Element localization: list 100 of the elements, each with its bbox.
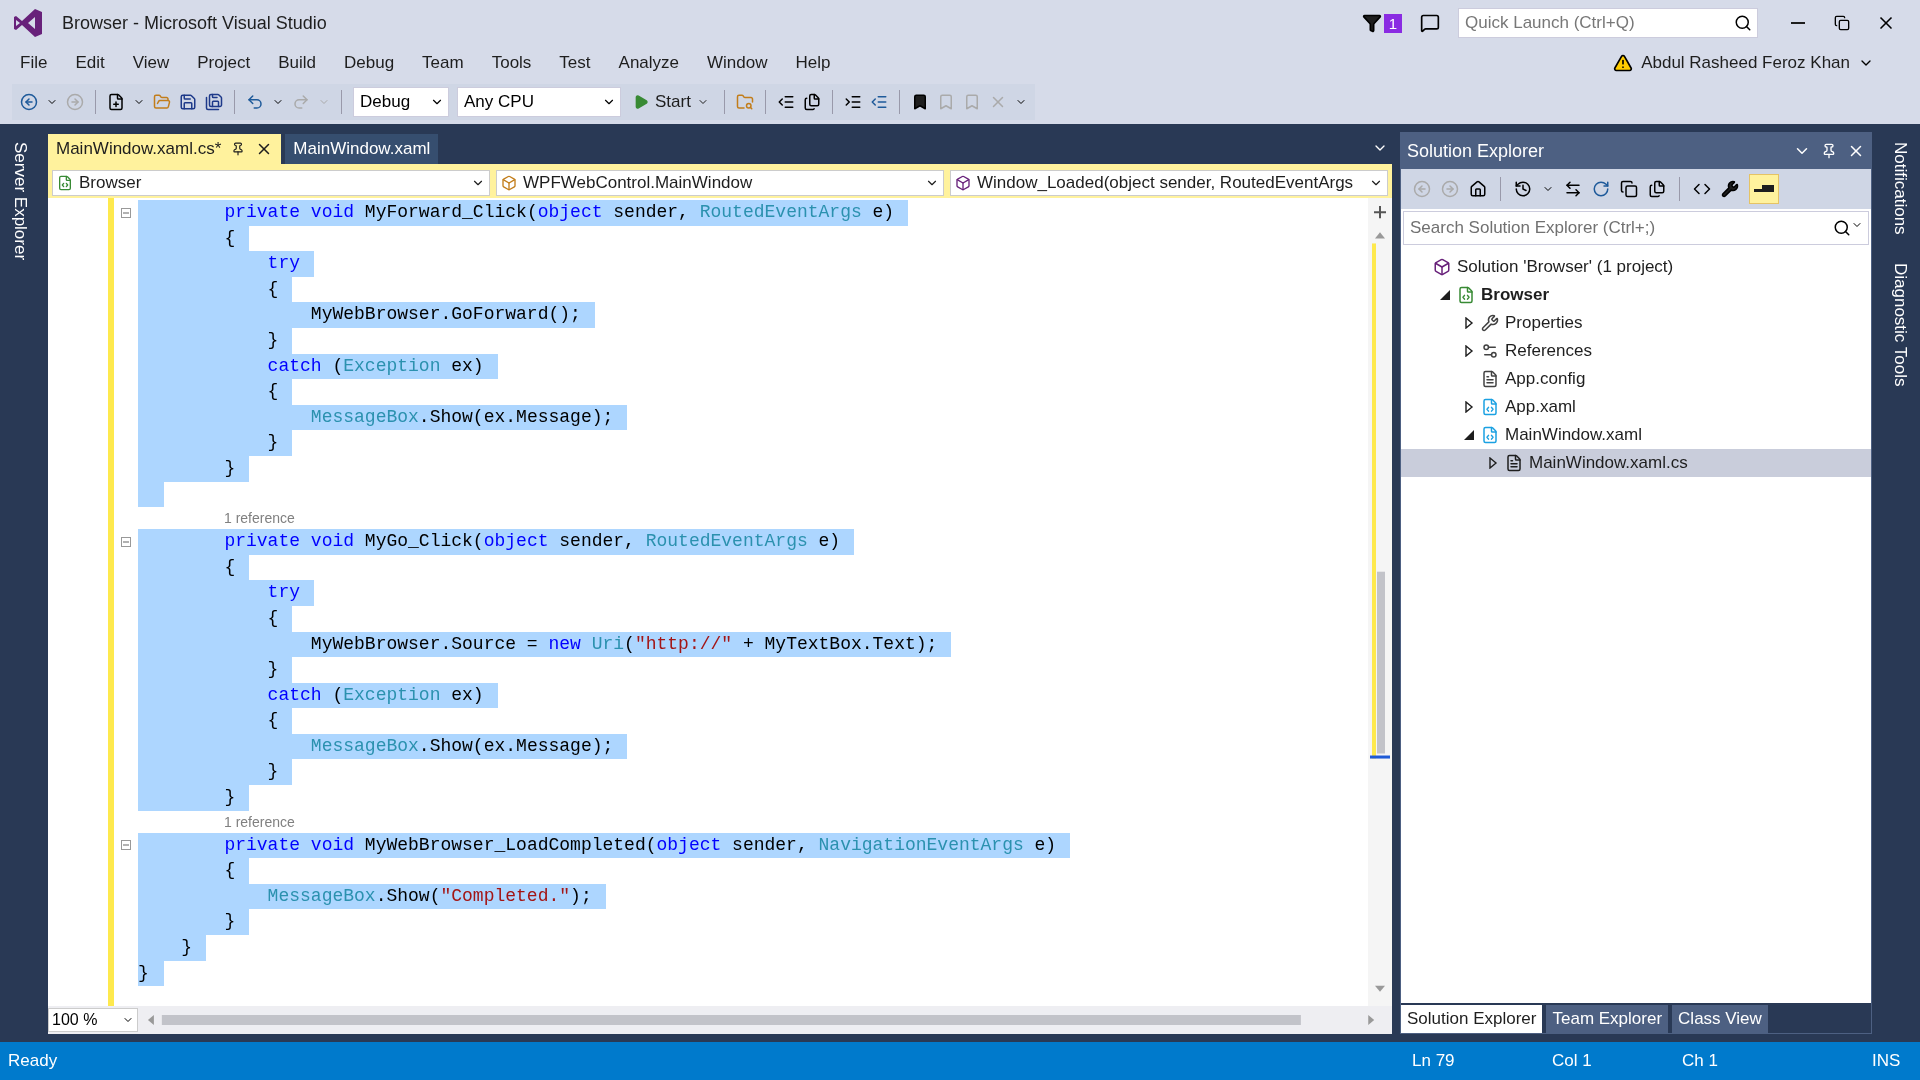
collapse-arrow-icon[interactable] <box>1463 429 1475 441</box>
tree-item-label: References <box>1505 341 1592 361</box>
platform-dropdown[interactable]: Any CPU <box>457 87 621 117</box>
home-icon[interactable] <box>1469 180 1487 198</box>
save-icon[interactable] <box>179 93 197 111</box>
play-icon <box>633 94 649 110</box>
tree-item-label: Browser <box>1481 285 1550 305</box>
navigation-dropdown[interactable]: Window_Loaded(object sender, RoutedEventArgs <box>950 170 1388 196</box>
menu-item[interactable]: Help <box>781 49 845 77</box>
menu-item[interactable]: File <box>6 49 62 77</box>
line-number: Ln 79 <box>1412 1051 1456 1071</box>
menu-item[interactable]: Project <box>183 49 265 77</box>
history-icon[interactable] <box>1514 180 1532 198</box>
new-file-icon[interactable] <box>107 93 125 111</box>
tree-item[interactable]: MainWindow.xaml.cs <box>1401 449 1871 477</box>
config-file-icon <box>1481 370 1499 388</box>
tree-item[interactable]: MainWindow.xaml <box>1401 421 1871 449</box>
reference-count-link[interactable]: 1 reference <box>224 810 295 833</box>
tree-item-label: App.config <box>1505 369 1586 389</box>
solution-icon <box>1433 258 1451 276</box>
menu-item[interactable]: Test <box>545 49 605 77</box>
tree-item[interactable]: App.xaml <box>1401 393 1871 421</box>
tree-item-label: MainWindow.xaml.cs <box>1529 453 1688 473</box>
restore-icon <box>1834 15 1850 31</box>
side-tab[interactable]: Server Explorer <box>10 138 30 265</box>
expand-arrow-icon[interactable] <box>1463 317 1475 329</box>
sync-icon[interactable] <box>1564 180 1582 198</box>
navigation-dropdown[interactable]: WPFWebControl.MainWindow <box>496 170 944 196</box>
expand-arrow-icon[interactable] <box>1463 345 1475 357</box>
menu-item[interactable]: Debug <box>330 49 409 77</box>
dropdown-value: Browser <box>79 173 143 193</box>
menu-item[interactable]: Window <box>693 49 782 77</box>
back-icon[interactable] <box>20 93 38 111</box>
collapse-icon[interactable] <box>121 840 131 851</box>
search-icon <box>1734 14 1752 32</box>
menu-item[interactable]: Tools <box>477 49 546 77</box>
collapse-arrow-icon[interactable] <box>1439 289 1451 301</box>
indent-icon[interactable] <box>843 93 862 111</box>
tree-item-label: App.xaml <box>1505 397 1576 417</box>
configuration-dropdown[interactable]: Debug <box>353 87 449 117</box>
tree-item[interactable]: Properties <box>1401 309 1871 337</box>
expand-arrow-icon[interactable] <box>1487 457 1499 469</box>
menu-item[interactable]: Analyze <box>604 49 694 77</box>
menu-item[interactable]: View <box>118 49 184 77</box>
undo-icon[interactable] <box>246 93 264 111</box>
menu-item[interactable]: Team <box>408 49 478 77</box>
document-tab[interactable]: MainWindow.xaml.cs* <box>48 134 282 164</box>
char-number: Ch 1 <box>1682 1051 1719 1071</box>
notification-count: 1 <box>1383 13 1402 33</box>
xaml-file-icon <box>1481 398 1499 416</box>
tree-item-label: MainWindow.xaml <box>1505 425 1642 445</box>
panel-tab[interactable]: Solution Explorer <box>1401 1005 1543 1033</box>
feedback-icon[interactable] <box>1420 13 1440 33</box>
collapse-icon[interactable] <box>121 207 131 218</box>
tree-item-label: Properties <box>1505 313 1583 333</box>
preview-icon <box>1754 185 1774 193</box>
logo-icon <box>12 7 44 39</box>
tree-item[interactable]: Browser <box>1401 281 1871 309</box>
refresh-icon[interactable] <box>1592 180 1610 198</box>
reference-count-link[interactable]: 1 reference <box>224 507 295 530</box>
wrench-icon[interactable] <box>1721 180 1739 198</box>
tree-item[interactable]: References <box>1401 337 1871 365</box>
menu-item[interactable]: Edit <box>61 49 119 77</box>
preview-toggle[interactable] <box>1749 174 1779 204</box>
user-name[interactable]: Abdul Rasheed Feroz Khan <box>1641 53 1850 73</box>
document-tab[interactable]: MainWindow.xaml <box>285 134 439 164</box>
warning-icon <box>1613 53 1634 73</box>
expand-arrow-icon[interactable] <box>1463 401 1475 413</box>
panel-title: Solution Explorer <box>1407 140 1546 162</box>
collapse-all-icon[interactable] <box>1620 180 1638 198</box>
pin-icon[interactable] <box>231 142 246 156</box>
vertical-scrollbar[interactable] <box>1368 198 1392 1006</box>
method-icon <box>955 175 971 191</box>
panel-tab[interactable]: Class View <box>1672 1005 1768 1033</box>
status-message: Ready <box>8 1051 59 1071</box>
save-all-icon[interactable] <box>205 93 223 111</box>
wrench-icon <box>1481 314 1499 332</box>
menu-item[interactable]: Build <box>264 49 330 77</box>
tree-item-label: Solution 'Browser' (1 project) <box>1457 257 1674 277</box>
csharp-icon <box>57 175 73 191</box>
collapse-icon[interactable] <box>121 536 131 547</box>
quick-launch-field[interactable]: Quick Launch (Ctrl+Q) <box>1458 8 1758 38</box>
side-tab[interactable]: Notifications <box>1890 138 1910 239</box>
csharp-project-icon <box>1457 286 1475 304</box>
minimize-icon <box>1791 22 1805 24</box>
search-icon <box>1833 219 1851 237</box>
tree-item[interactable]: Solution 'Browser' (1 project) <box>1401 253 1871 281</box>
search-field[interactable]: Search Solution Explorer (Ctrl+;) <box>1403 211 1869 245</box>
show-all-files-icon[interactable] <box>1648 180 1666 198</box>
side-tab[interactable]: Diagnostic Tools <box>1890 258 1910 391</box>
start-button[interactable]: Start <box>629 92 713 112</box>
class-icon <box>501 175 517 191</box>
navigation-dropdown[interactable]: Browser <box>52 170 490 196</box>
outdent-icon[interactable] <box>776 93 795 111</box>
pin-icon[interactable] <box>1821 143 1837 159</box>
notification-flag-icon[interactable] <box>1361 13 1382 33</box>
tree-item[interactable]: App.config <box>1401 365 1871 393</box>
panel-tab[interactable]: Team Explorer <box>1546 1005 1669 1033</box>
zoom-dropdown[interactable]: 100 % <box>48 1008 138 1032</box>
xaml-file-icon <box>1481 426 1499 444</box>
